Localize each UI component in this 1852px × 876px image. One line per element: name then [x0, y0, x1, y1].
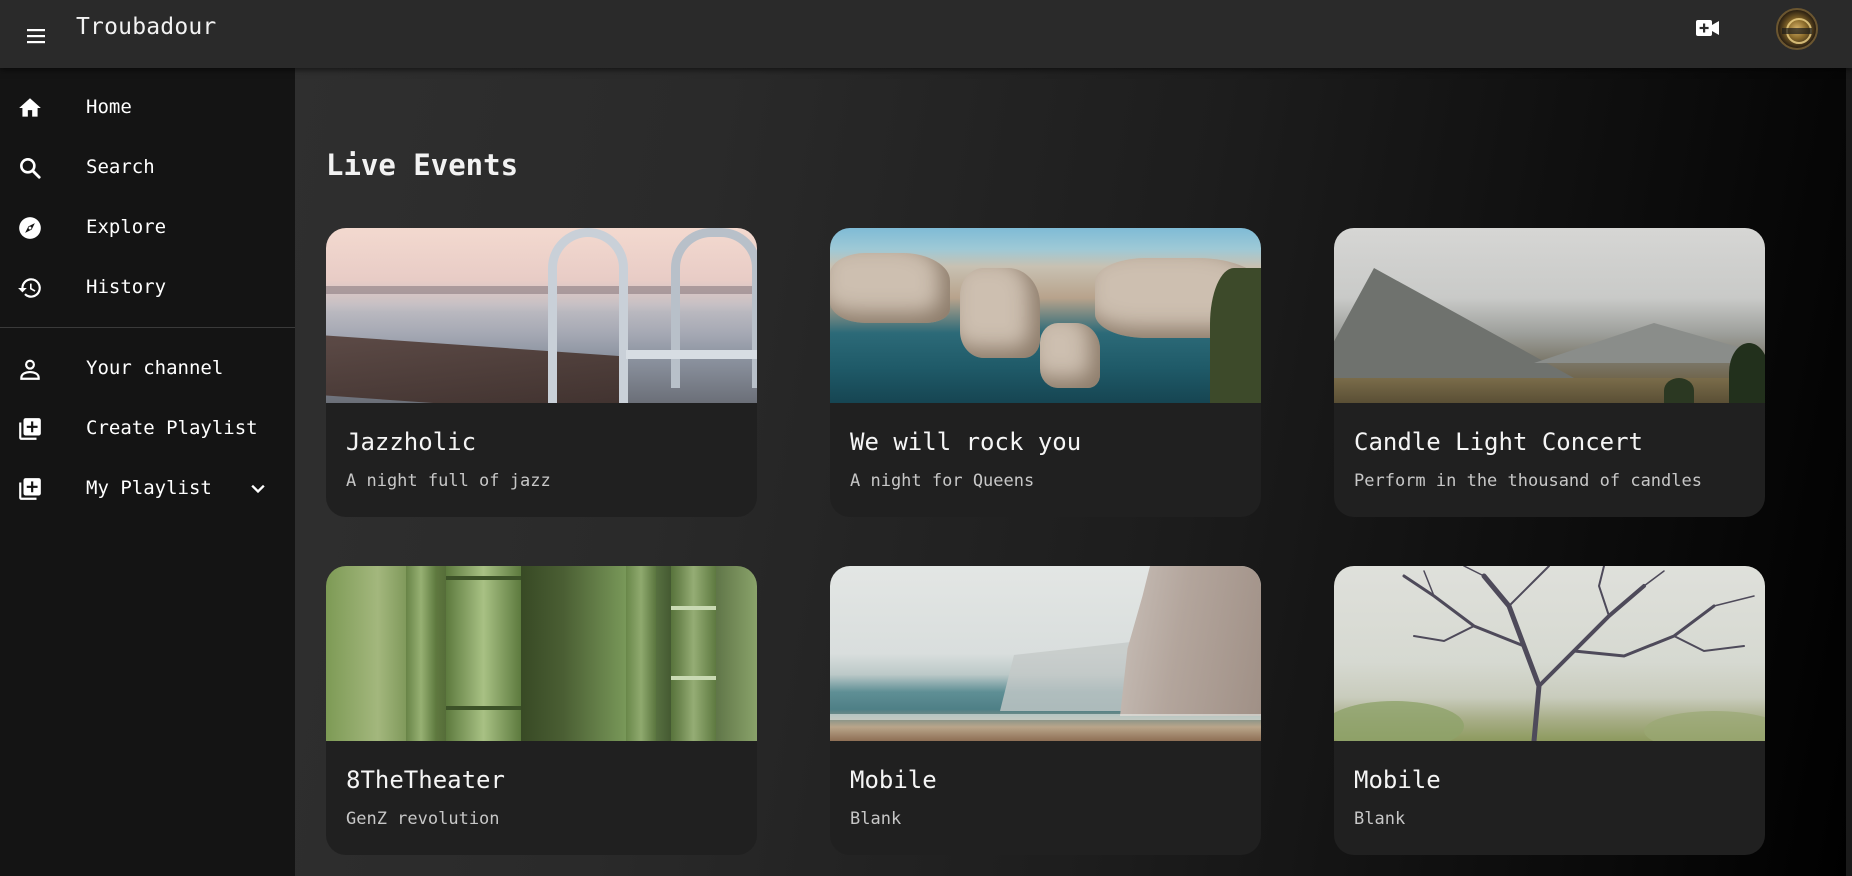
top-app-bar: Troubadour: [0, 0, 1852, 68]
event-thumbnail: [830, 228, 1261, 403]
event-title: Candle Light Concert: [1354, 428, 1643, 456]
add-box-icon: [16, 475, 44, 503]
event-subtitle: GenZ revolution: [346, 809, 500, 829]
sidebar-item-your-channel[interactable]: Your channel: [0, 343, 295, 395]
sidebar-item-home[interactable]: Home: [0, 82, 295, 134]
event-thumbnail: [830, 566, 1261, 741]
event-subtitle: A night for Queens: [850, 471, 1035, 491]
event-thumbnail: [326, 228, 757, 403]
event-thumbnail: [326, 566, 757, 741]
sidebar: Home Search Explore History Your channel…: [0, 68, 295, 876]
sidebar-item-create-playlist[interactable]: Create Playlist: [0, 403, 295, 455]
person-icon: [16, 355, 44, 383]
sidebar-item-label: Explore: [86, 216, 167, 238]
event-subtitle: Blank: [850, 809, 902, 829]
event-card[interactable]: Mobile Blank: [830, 566, 1261, 855]
event-card[interactable]: Jazzholic A night full of jazz: [326, 228, 757, 517]
event-card[interactable]: 8TheTheater GenZ revolution: [326, 566, 757, 855]
sidebar-item-search[interactable]: Search: [0, 142, 295, 194]
event-card[interactable]: Mobile Blank: [1334, 566, 1765, 855]
avatar[interactable]: [1776, 8, 1818, 50]
chevron-down-icon[interactable]: [246, 477, 270, 501]
history-icon: [16, 274, 44, 302]
event-title: 8TheTheater: [346, 766, 505, 794]
scrollbar[interactable]: [1846, 68, 1852, 876]
sidebar-item-my-playlist[interactable]: My Playlist: [0, 463, 295, 515]
sidebar-item-history[interactable]: History: [0, 262, 295, 314]
search-icon: [16, 154, 44, 182]
sidebar-item-label: Your channel: [86, 357, 224, 379]
event-title: Mobile: [1354, 766, 1441, 794]
sidebar-item-label: History: [86, 276, 167, 298]
event-subtitle: Perform in the thousand of candles: [1354, 471, 1702, 491]
video-call-icon[interactable]: [1690, 12, 1726, 44]
section-title: Live Events: [326, 148, 519, 182]
event-subtitle: A night full of jazz: [346, 471, 551, 491]
event-title: Mobile: [850, 766, 937, 794]
add-box-icon: [16, 415, 44, 443]
compass-icon: [16, 214, 44, 242]
sidebar-item-label: Home: [86, 96, 132, 118]
event-thumbnail: [1334, 566, 1765, 741]
event-title: We will rock you: [850, 428, 1082, 456]
app-title: Troubadour: [76, 14, 217, 40]
event-card[interactable]: We will rock you A night for Queens: [830, 228, 1261, 517]
menu-icon[interactable]: [16, 16, 56, 56]
event-title: Jazzholic: [346, 428, 477, 456]
sidebar-item-label: Search: [86, 156, 155, 178]
sidebar-item-explore[interactable]: Explore: [0, 202, 295, 254]
event-subtitle: Blank: [1354, 809, 1406, 829]
home-icon: [16, 94, 44, 122]
sidebar-item-label: My Playlist: [86, 477, 212, 499]
sidebar-divider: [0, 327, 295, 328]
event-thumbnail: [1334, 228, 1765, 403]
main-content: Live Events Jazzholic A night full of ja…: [295, 68, 1852, 876]
event-card[interactable]: Candle Light Concert Perform in the thou…: [1334, 228, 1765, 517]
sidebar-item-label: Create Playlist: [86, 417, 258, 439]
